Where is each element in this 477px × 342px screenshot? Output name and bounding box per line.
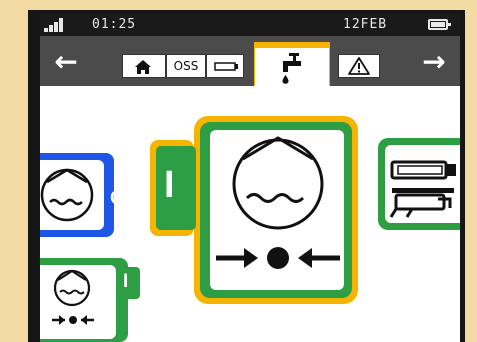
tank-tile-right[interactable] — [378, 138, 460, 230]
screen: 01:25 12FEB ← OSS → O I I — [40, 14, 460, 342]
tab-water[interactable] — [254, 42, 330, 86]
status-bar: 01:25 12FEB — [40, 14, 460, 36]
tank-tile-right-graphic — [378, 138, 460, 230]
pump-state-label: I — [164, 164, 175, 206]
status-time: 01:25 — [92, 17, 137, 32]
pump-tile-left-lower[interactable]: I — [40, 258, 140, 342]
tab-tank[interactable] — [206, 54, 244, 78]
pump-tile-main-graphic — [150, 116, 358, 304]
water-tap-icon — [282, 53, 301, 84]
tab-warning[interactable] — [338, 54, 380, 78]
pump-tile-left-upper[interactable]: O — [40, 150, 126, 240]
battery-icon — [428, 19, 451, 30]
home-icon — [135, 60, 151, 74]
signal-icon — [44, 18, 68, 32]
pump-state-label: I — [123, 271, 129, 292]
device: 01:25 12FEB ← OSS → O I I — [0, 0, 477, 342]
tab-oss[interactable]: OSS — [166, 54, 206, 78]
status-date: 12FEB — [343, 17, 388, 32]
pump-state-label: O — [110, 188, 125, 209]
tab-oss-label: OSS — [173, 59, 199, 73]
pump-overview: O I I — [40, 86, 460, 342]
warning-icon — [348, 57, 370, 75]
forward-arrow-icon[interactable]: → — [414, 42, 454, 82]
back-arrow-icon[interactable]: ← — [46, 42, 86, 82]
tab-home[interactable] — [122, 54, 166, 78]
pump-tile-main[interactable]: I — [146, 112, 362, 308]
tank-icon — [214, 62, 238, 71]
nav-bar: ← OSS → — [40, 36, 460, 86]
